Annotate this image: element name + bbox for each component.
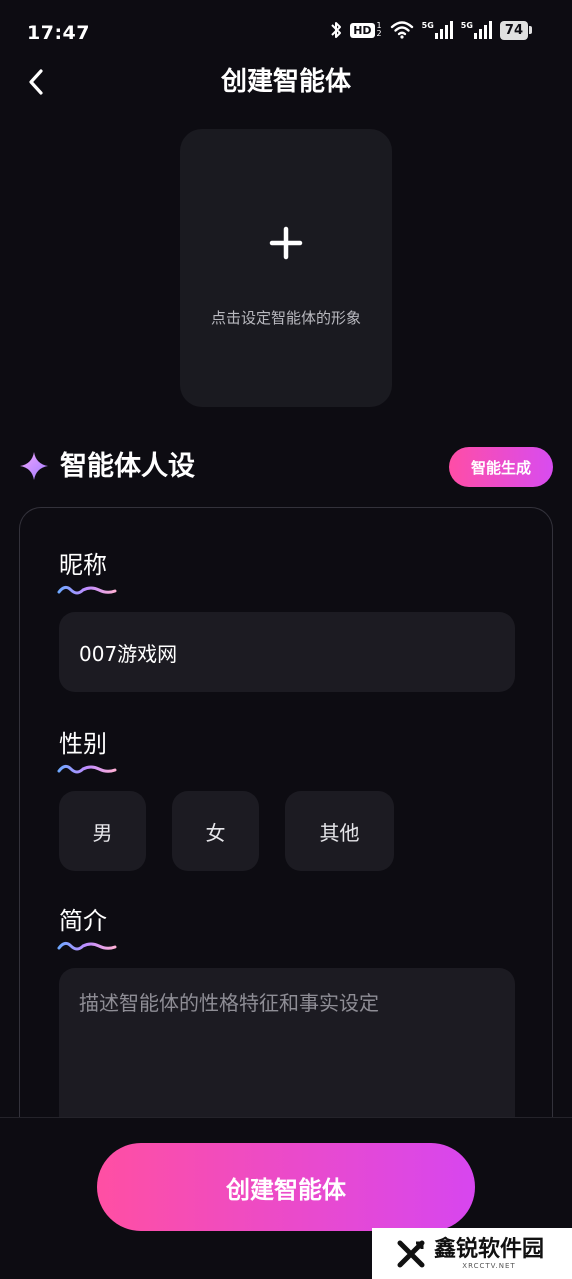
watermark-name: 鑫锐软件园 xyxy=(434,1236,545,1262)
watermark: 鑫锐软件园 XRCCTV.NET xyxy=(372,1228,572,1279)
squiggle-decoration xyxy=(57,764,117,774)
battery-level: 74 xyxy=(499,20,528,40)
wifi-icon xyxy=(390,21,413,39)
back-button[interactable] xyxy=(18,62,54,102)
ai-generate-button[interactable]: 智能生成 xyxy=(449,447,553,487)
status-icons: HD 1 2 5G 5G 74 xyxy=(330,20,532,40)
gender-option-other[interactable]: 其他 xyxy=(285,791,394,871)
page-title: 创建智能体 xyxy=(220,67,351,97)
squiggle-decoration xyxy=(57,585,117,595)
watermark-logo xyxy=(397,1240,425,1267)
nickname-label: 昵称 xyxy=(59,551,107,579)
signal-5g-icon: 5G xyxy=(422,21,453,39)
nickname-input[interactable]: 007游戏网 xyxy=(59,612,515,692)
status-bar: 17:47 HD 1 2 5G 5G 74 xyxy=(0,0,572,68)
gender-option-male[interactable]: 男 xyxy=(59,791,146,871)
signal-5g-icon: 5G xyxy=(461,21,492,39)
gender-label: 性别 xyxy=(59,730,107,758)
status-time: 17:47 xyxy=(27,22,90,44)
hd-sub-label: 1 2 xyxy=(376,21,382,38)
gender-option-female[interactable]: 女 xyxy=(172,791,259,871)
chevron-left-icon xyxy=(29,69,43,95)
watermark-url: XRCCTV.NET xyxy=(462,1261,516,1270)
create-agent-button[interactable]: 创建智能体 xyxy=(97,1143,475,1231)
persona-section-title: 智能体人设 xyxy=(60,451,195,482)
sparkle-icon xyxy=(20,452,48,480)
hd-voice-icon: HD xyxy=(350,22,375,38)
battery-icon: 74 xyxy=(499,20,532,40)
avatar-upload[interactable]: 点击设定智能体的形象 xyxy=(180,129,392,407)
intro-label: 简介 xyxy=(59,907,107,935)
bluetooth-icon xyxy=(331,22,342,38)
avatar-hint: 点击设定智能体的形象 xyxy=(210,309,361,327)
persona-form-card: 昵称 007游戏网 性别 男 女 其他 简介 描述智能体的性格特征和事实设定 xyxy=(19,507,553,1147)
squiggle-decoration xyxy=(57,941,117,951)
plus-icon xyxy=(269,226,303,260)
